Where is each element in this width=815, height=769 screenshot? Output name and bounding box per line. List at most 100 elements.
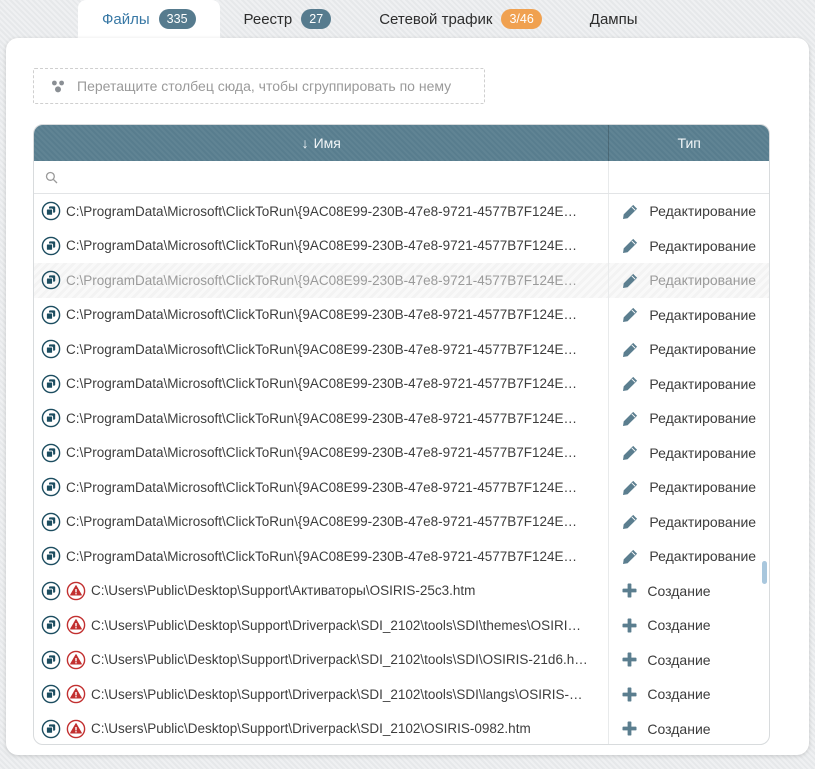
table-row[interactable]: C:\ProgramData\Microsoft\ClickToRun\{9AC… xyxy=(34,539,769,574)
table-header: ↓ Имя Тип xyxy=(34,125,769,161)
create-type-icon xyxy=(622,687,637,702)
type-label: Редактирование xyxy=(649,445,756,461)
file-name-cell: C:\Users\Public\Desktop\Support\Driverpa… xyxy=(34,643,608,678)
file-path: C:\ProgramData\Microsoft\ClickToRun\{9AC… xyxy=(66,273,577,288)
file-name-cell: C:\ProgramData\Microsoft\ClickToRun\{9AC… xyxy=(34,470,608,505)
file-path: C:\ProgramData\Microsoft\ClickToRun\{9AC… xyxy=(66,238,577,253)
file-copy-icon xyxy=(41,719,61,739)
file-name-cell: C:\ProgramData\Microsoft\ClickToRun\{9AC… xyxy=(34,539,608,574)
table-row[interactable]: C:\ProgramData\Microsoft\ClickToRun\{9AC… xyxy=(34,194,769,229)
tab-label: Файлы xyxy=(102,11,150,28)
file-name-cell: C:\ProgramData\Microsoft\ClickToRun\{9AC… xyxy=(34,332,608,367)
group-by-hint-text: Перетащите столбец сюда, чтобы сгруппиро… xyxy=(77,78,451,94)
files-table: ↓ Имя Тип xyxy=(33,124,770,745)
file-type-cell: Создание xyxy=(608,608,769,643)
type-label: Редактирование xyxy=(649,410,756,426)
table-row[interactable]: C:\ProgramData\Microsoft\ClickToRun\{9AC… xyxy=(34,505,769,540)
file-path: C:\Users\Public\Desktop\Support\Driverpa… xyxy=(91,618,581,633)
file-path: C:\Users\Public\Desktop\Support\Активато… xyxy=(91,583,475,598)
search-icon xyxy=(45,171,58,184)
type-label: Создание xyxy=(647,617,710,633)
table-row[interactable]: C:\ProgramData\Microsoft\ClickToRun\{9AC… xyxy=(34,263,769,298)
type-filter-input[interactable] xyxy=(608,161,769,193)
file-path: C:\ProgramData\Microsoft\ClickToRun\{9AC… xyxy=(66,480,577,495)
type-label: Редактирование xyxy=(649,376,756,392)
table-row[interactable]: C:\ProgramData\Microsoft\ClickToRun\{9AC… xyxy=(34,401,769,436)
tab-network[interactable]: Сетевой трафик 3/46 xyxy=(355,0,566,38)
type-label: Редактирование xyxy=(649,514,756,530)
type-label: Редактирование xyxy=(649,479,756,495)
file-path: C:\Users\Public\Desktop\Support\Driverpa… xyxy=(91,652,588,667)
table-row[interactable]: C:\Users\Public\Desktop\Support\Driverpa… xyxy=(34,712,769,746)
file-path: C:\Users\Public\Desktop\Support\Driverpa… xyxy=(91,721,531,736)
type-label: Создание xyxy=(647,583,710,599)
file-copy-icon xyxy=(41,615,61,635)
file-type-cell: Создание xyxy=(608,643,769,678)
file-copy-icon xyxy=(41,650,61,670)
table-row[interactable]: C:\ProgramData\Microsoft\ClickToRun\{9AC… xyxy=(34,229,769,264)
type-label: Создание xyxy=(647,686,710,702)
tab-label: Реестр xyxy=(244,11,293,28)
vertical-scrollbar-thumb[interactable] xyxy=(762,561,767,584)
group-by-dropzone[interactable]: Перетащите столбец сюда, чтобы сгруппиро… xyxy=(33,68,485,104)
file-copy-icon xyxy=(41,201,61,221)
file-copy-icon xyxy=(41,581,61,601)
file-type-cell: Редактирование xyxy=(608,470,769,505)
file-type-cell: Создание xyxy=(608,712,769,746)
table-row[interactable]: C:\ProgramData\Microsoft\ClickToRun\{9AC… xyxy=(34,332,769,367)
file-path: C:\ProgramData\Microsoft\ClickToRun\{9AC… xyxy=(66,411,577,426)
file-name-cell: C:\Users\Public\Desktop\Support\Driverpa… xyxy=(34,677,608,712)
type-label: Редактирование xyxy=(649,341,756,357)
file-copy-icon xyxy=(41,512,61,532)
type-label: Редактирование xyxy=(649,307,756,323)
tab-badge: 335 xyxy=(159,9,196,30)
file-type-cell: Редактирование xyxy=(608,505,769,540)
type-label: Редактирование xyxy=(649,238,756,254)
column-header-type[interactable]: Тип xyxy=(608,125,769,161)
table-row[interactable]: C:\Users\Public\Desktop\Support\Driverpa… xyxy=(34,677,769,712)
file-type-cell: Редактирование xyxy=(608,332,769,367)
file-name-cell: C:\ProgramData\Microsoft\ClickToRun\{9AC… xyxy=(34,505,608,540)
tab-dumps[interactable]: Дампы xyxy=(566,0,662,38)
tab-bar: Файлы 335 Реестр 27 Сетевой трафик 3/46 … xyxy=(0,0,815,38)
file-name-cell: C:\ProgramData\Microsoft\ClickToRun\{9AC… xyxy=(34,298,608,333)
group-columns-icon xyxy=(50,79,66,94)
create-type-icon xyxy=(622,583,637,598)
name-filter-input[interactable] xyxy=(34,161,608,193)
file-type-cell: Создание xyxy=(608,574,769,609)
table-row[interactable]: C:\ProgramData\Microsoft\ClickToRun\{9AC… xyxy=(34,298,769,333)
table-row[interactable]: C:\ProgramData\Microsoft\ClickToRun\{9AC… xyxy=(34,470,769,505)
file-path: C:\ProgramData\Microsoft\ClickToRun\{9AC… xyxy=(66,204,577,219)
create-type-icon xyxy=(622,721,637,736)
threat-warning-icon xyxy=(66,615,86,635)
content-card: Перетащите столбец сюда, чтобы сгруппиро… xyxy=(6,38,809,755)
file-copy-icon xyxy=(41,236,61,256)
tab-files[interactable]: Файлы 335 xyxy=(78,0,220,38)
type-label: Редактирование xyxy=(649,203,756,219)
table-row[interactable]: C:\ProgramData\Microsoft\ClickToRun\{9AC… xyxy=(34,367,769,402)
file-name-cell: C:\ProgramData\Microsoft\ClickToRun\{9AC… xyxy=(34,401,608,436)
edit-type-icon xyxy=(622,237,639,254)
table-row[interactable]: C:\Users\Public\Desktop\Support\Активато… xyxy=(34,574,769,609)
edit-type-icon xyxy=(622,341,639,358)
table-row[interactable]: C:\Users\Public\Desktop\Support\Driverpa… xyxy=(34,608,769,643)
tab-registry[interactable]: Реестр 27 xyxy=(220,0,356,38)
file-name-cell: C:\Users\Public\Desktop\Support\Driverpa… xyxy=(34,712,608,746)
file-copy-icon xyxy=(41,339,61,359)
tab-badge: 27 xyxy=(301,9,331,30)
file-copy-icon xyxy=(41,684,61,704)
file-name-cell: C:\ProgramData\Microsoft\ClickToRun\{9AC… xyxy=(34,436,608,471)
tab-label: Дампы xyxy=(590,11,638,28)
type-label: Создание xyxy=(647,721,710,737)
file-copy-icon xyxy=(41,408,61,428)
file-type-cell: Редактирование xyxy=(608,539,769,574)
table-row[interactable]: C:\Users\Public\Desktop\Support\Driverpa… xyxy=(34,643,769,678)
type-label: Редактирование xyxy=(649,548,756,564)
edit-type-icon xyxy=(622,479,639,496)
file-copy-icon xyxy=(41,374,61,394)
column-header-name[interactable]: ↓ Имя xyxy=(34,125,608,161)
file-type-cell: Редактирование xyxy=(608,401,769,436)
table-row[interactable]: C:\ProgramData\Microsoft\ClickToRun\{9AC… xyxy=(34,436,769,471)
file-copy-icon xyxy=(41,443,61,463)
sort-descending-icon: ↓ xyxy=(302,135,309,151)
